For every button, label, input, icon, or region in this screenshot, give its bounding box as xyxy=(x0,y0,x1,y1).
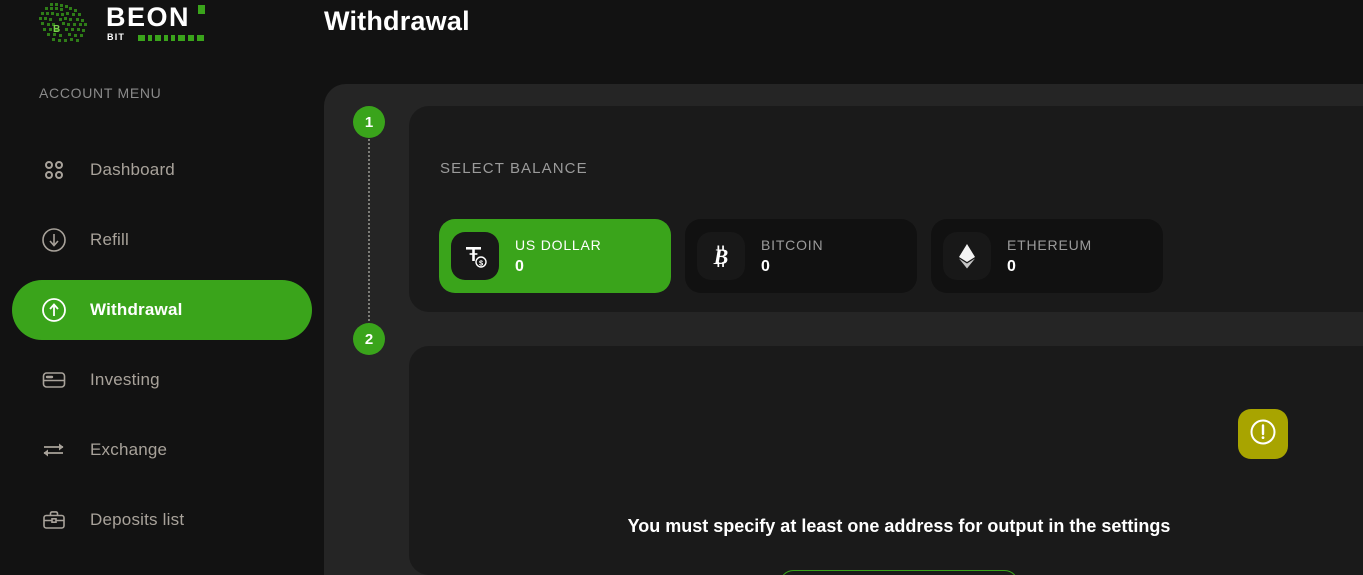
sidebar-nav: Dashboard Refill Withdrawal Investing Ex… xyxy=(12,140,312,560)
brand-wordmark: BEON BIT xyxy=(106,2,206,46)
balance-name: US DOLLAR xyxy=(515,236,602,253)
sidebar-item-label: Dashboard xyxy=(90,160,175,179)
sidebar-item-dashboard[interactable]: Dashboard xyxy=(12,140,312,200)
sidebar-item-refill[interactable]: Refill xyxy=(12,210,312,270)
warning-card: You must specify at least one address fo… xyxy=(409,346,1363,575)
balance-amount: 0 xyxy=(761,257,770,275)
briefcase-icon xyxy=(40,506,68,534)
pixel-globe-icon: B xyxy=(36,1,98,47)
svg-text:$: $ xyxy=(479,258,483,267)
grid-dots-icon xyxy=(40,156,68,184)
credit-card-icon xyxy=(40,366,68,394)
bitcoin-icon: B xyxy=(697,232,745,280)
select-balance-card: SELECT BALANCE $ US DOLLAR 0 B BITCOIN 0… xyxy=(409,106,1363,312)
balance-amount: 0 xyxy=(515,257,524,275)
balance-option-bitcoin[interactable]: B BITCOIN 0 xyxy=(685,219,917,293)
brand-dash-row xyxy=(138,34,204,41)
sidebar-item-exchange[interactable]: Exchange xyxy=(12,420,312,480)
sidebar-item-label: Refill xyxy=(90,230,129,249)
arrow-down-circle-icon xyxy=(40,226,68,254)
ethereum-icon xyxy=(943,232,991,280)
address-book-button[interactable]: ADDRESS BOOK xyxy=(779,570,1019,575)
arrow-up-circle-icon xyxy=(40,296,68,324)
sidebar-item-investing[interactable]: Investing xyxy=(12,350,312,410)
sidebar-item-label: Withdrawal xyxy=(90,300,183,319)
exclamation-circle-icon xyxy=(1248,417,1278,452)
account-menu-label: ACCOUNT MENU xyxy=(39,85,162,101)
balance-options: $ US DOLLAR 0 B BITCOIN 0 ETHEREUM 0 xyxy=(439,219,1163,293)
brand-sub-text: BIT xyxy=(107,32,126,42)
tether-dollar-icon: $ xyxy=(451,232,499,280)
sidebar-item-deposits-list[interactable]: Deposits list xyxy=(12,490,312,550)
balance-name: ETHEREUM xyxy=(1007,236,1092,253)
step-badge-2: 2 xyxy=(353,323,385,355)
step-badge-1: 1 xyxy=(353,106,385,138)
exchange-arrows-icon xyxy=(40,436,68,464)
step-indicator: 1 2 xyxy=(353,84,409,575)
sidebar-item-label: Exchange xyxy=(90,440,168,459)
withdrawal-panel: 1 2 SELECT BALANCE $ US DOLLAR 0 B BITCO… xyxy=(324,84,1363,575)
sidebar-item-label: Investing xyxy=(90,370,160,389)
brand-word-text: BEON xyxy=(106,2,191,32)
balance-option-us-dollar[interactable]: $ US DOLLAR 0 xyxy=(439,219,671,293)
sidebar: B BEON BIT ACCOUNT MENU Dashboard Refill… xyxy=(0,0,324,575)
app-root: B BEON BIT ACCOUNT MENU Dashboard Refill… xyxy=(0,0,1363,575)
warning-badge xyxy=(1238,409,1288,459)
page-title: Withdrawal xyxy=(324,6,470,36)
warning-message: You must specify at least one address fo… xyxy=(627,516,1171,536)
svg-text:B: B xyxy=(713,244,729,269)
sidebar-item-withdrawal[interactable]: Withdrawal xyxy=(12,280,312,340)
balance-name: BITCOIN xyxy=(761,236,824,253)
sidebar-item-label: Deposits list xyxy=(90,510,185,529)
brand-logo[interactable]: B BEON BIT xyxy=(36,0,206,48)
brand-accent-block xyxy=(198,5,205,14)
step-connector-line xyxy=(368,132,370,337)
select-balance-label: SELECT BALANCE xyxy=(440,160,588,177)
balance-option-ethereum[interactable]: ETHEREUM 0 xyxy=(931,219,1163,293)
svg-text:B: B xyxy=(53,24,60,35)
balance-amount: 0 xyxy=(1007,257,1016,275)
